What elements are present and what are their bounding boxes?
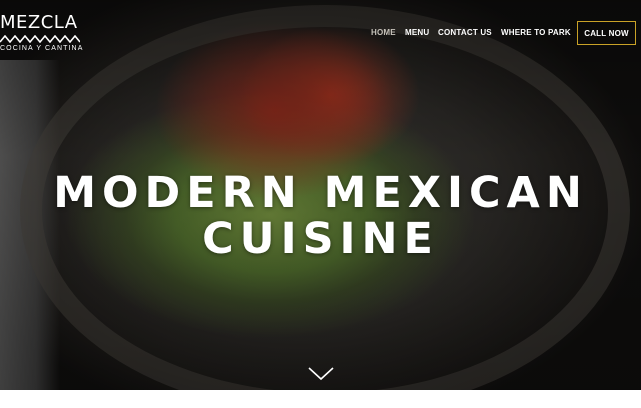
nav-contact-us[interactable]: CONTACT US [438,28,492,38]
nav-where-to-park[interactable]: WHERE TO PARK [501,28,571,38]
chevron-down-icon[interactable] [308,366,334,381]
hero-headline-line1: MODERN MEXICAN [53,168,588,218]
hero-headline-line2: CUISINE [202,214,439,264]
nav-menu[interactable]: MENU [405,28,429,38]
brand-name: MEZCLA [0,12,78,33]
call-now-button[interactable]: CALL NOW [577,21,636,45]
hero-headline: MODERN MEXICAN CUISINE [0,170,641,262]
nav-home[interactable]: HOME [371,28,396,38]
brand-tagline: COCINA Y CANTINA [0,45,84,52]
zigzag-icon [0,35,80,43]
brand-logo[interactable]: MEZCLA COCINA Y CANTINA [0,14,82,54]
